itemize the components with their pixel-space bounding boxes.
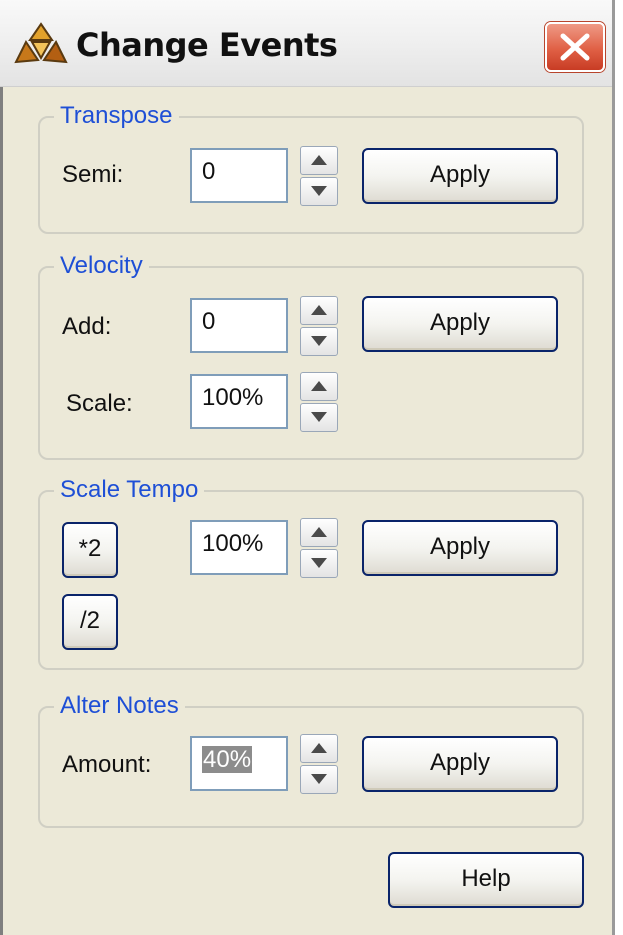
arrow-up-icon [311, 381, 327, 391]
scale-spin-down-button[interactable] [300, 403, 338, 432]
close-button[interactable] [545, 22, 605, 72]
arrow-down-icon [311, 558, 327, 568]
semi-label: Semi: [62, 161, 124, 188]
help-button[interactable]: Help [388, 852, 584, 908]
arrow-up-icon [311, 155, 327, 165]
semi-input[interactable]: 0 [190, 148, 288, 203]
semi-spin-down-button[interactable] [300, 177, 338, 206]
add-spin-down-button[interactable] [300, 327, 338, 356]
tempo-half-button[interactable]: /2 [62, 594, 118, 650]
change-events-window: Change Events Transpose Semi: 0 Apply Ve… [0, 0, 615, 935]
add-label: Add: [62, 313, 112, 340]
alter-notes-legend: Alter Notes [54, 691, 185, 721]
arrow-up-icon [311, 743, 327, 753]
tempo-value: 100% [202, 530, 264, 557]
arrow-up-icon [311, 305, 327, 315]
add-spinner[interactable] [300, 296, 338, 356]
transpose-apply-button[interactable]: Apply [362, 148, 558, 204]
semi-value: 0 [202, 158, 216, 185]
arrow-up-icon [311, 527, 327, 537]
amount-spin-up-button[interactable] [300, 734, 338, 763]
tempo-spinner[interactable] [300, 518, 338, 578]
arrow-down-icon [311, 412, 327, 422]
tempo-spin-down-button[interactable] [300, 549, 338, 578]
transpose-group: Transpose Semi: 0 Apply [38, 101, 584, 234]
scale-label: Scale: [66, 390, 133, 417]
semi-spinner[interactable] [300, 146, 338, 206]
arrow-down-icon [311, 774, 327, 784]
amount-spin-down-button[interactable] [300, 765, 338, 794]
arrow-down-icon [311, 186, 327, 196]
tempo-double-button[interactable]: *2 [62, 522, 118, 578]
velocity-group: Velocity Add: 0 Apply Scale: 100% [38, 251, 584, 460]
scale-tempo-group: Scale Tempo *2 /2 100% Apply [38, 475, 584, 670]
tempo-spin-up-button[interactable] [300, 518, 338, 547]
semi-spin-up-button[interactable] [300, 146, 338, 175]
amount-value: 40% [202, 746, 253, 773]
alter-notes-apply-button[interactable]: Apply [362, 736, 558, 792]
add-value: 0 [202, 308, 216, 335]
close-icon [560, 33, 590, 61]
transpose-legend: Transpose [54, 101, 179, 131]
scale-input[interactable]: 100% [190, 374, 288, 429]
velocity-apply-button[interactable]: Apply [362, 296, 558, 352]
title-bar[interactable]: Change Events [0, 0, 612, 87]
window-title: Change Events [76, 26, 338, 64]
amount-label: Amount: [62, 751, 152, 778]
alter-notes-group: Alter Notes Amount: 40% Apply [38, 691, 584, 828]
amount-spinner[interactable] [300, 734, 338, 794]
amount-input[interactable]: 40% [190, 736, 288, 791]
arrow-down-icon [311, 336, 327, 346]
add-spin-up-button[interactable] [300, 296, 338, 325]
scale-spinner[interactable] [300, 372, 338, 432]
tempo-apply-button[interactable]: Apply [362, 520, 558, 576]
scale-value: 100% [202, 384, 264, 411]
velocity-legend: Velocity [54, 251, 149, 281]
scale-spin-up-button[interactable] [300, 372, 338, 401]
scale-tempo-legend: Scale Tempo [54, 475, 205, 505]
propellerhead-icon [14, 22, 68, 64]
add-input[interactable]: 0 [190, 298, 288, 353]
tempo-input[interactable]: 100% [190, 520, 288, 575]
